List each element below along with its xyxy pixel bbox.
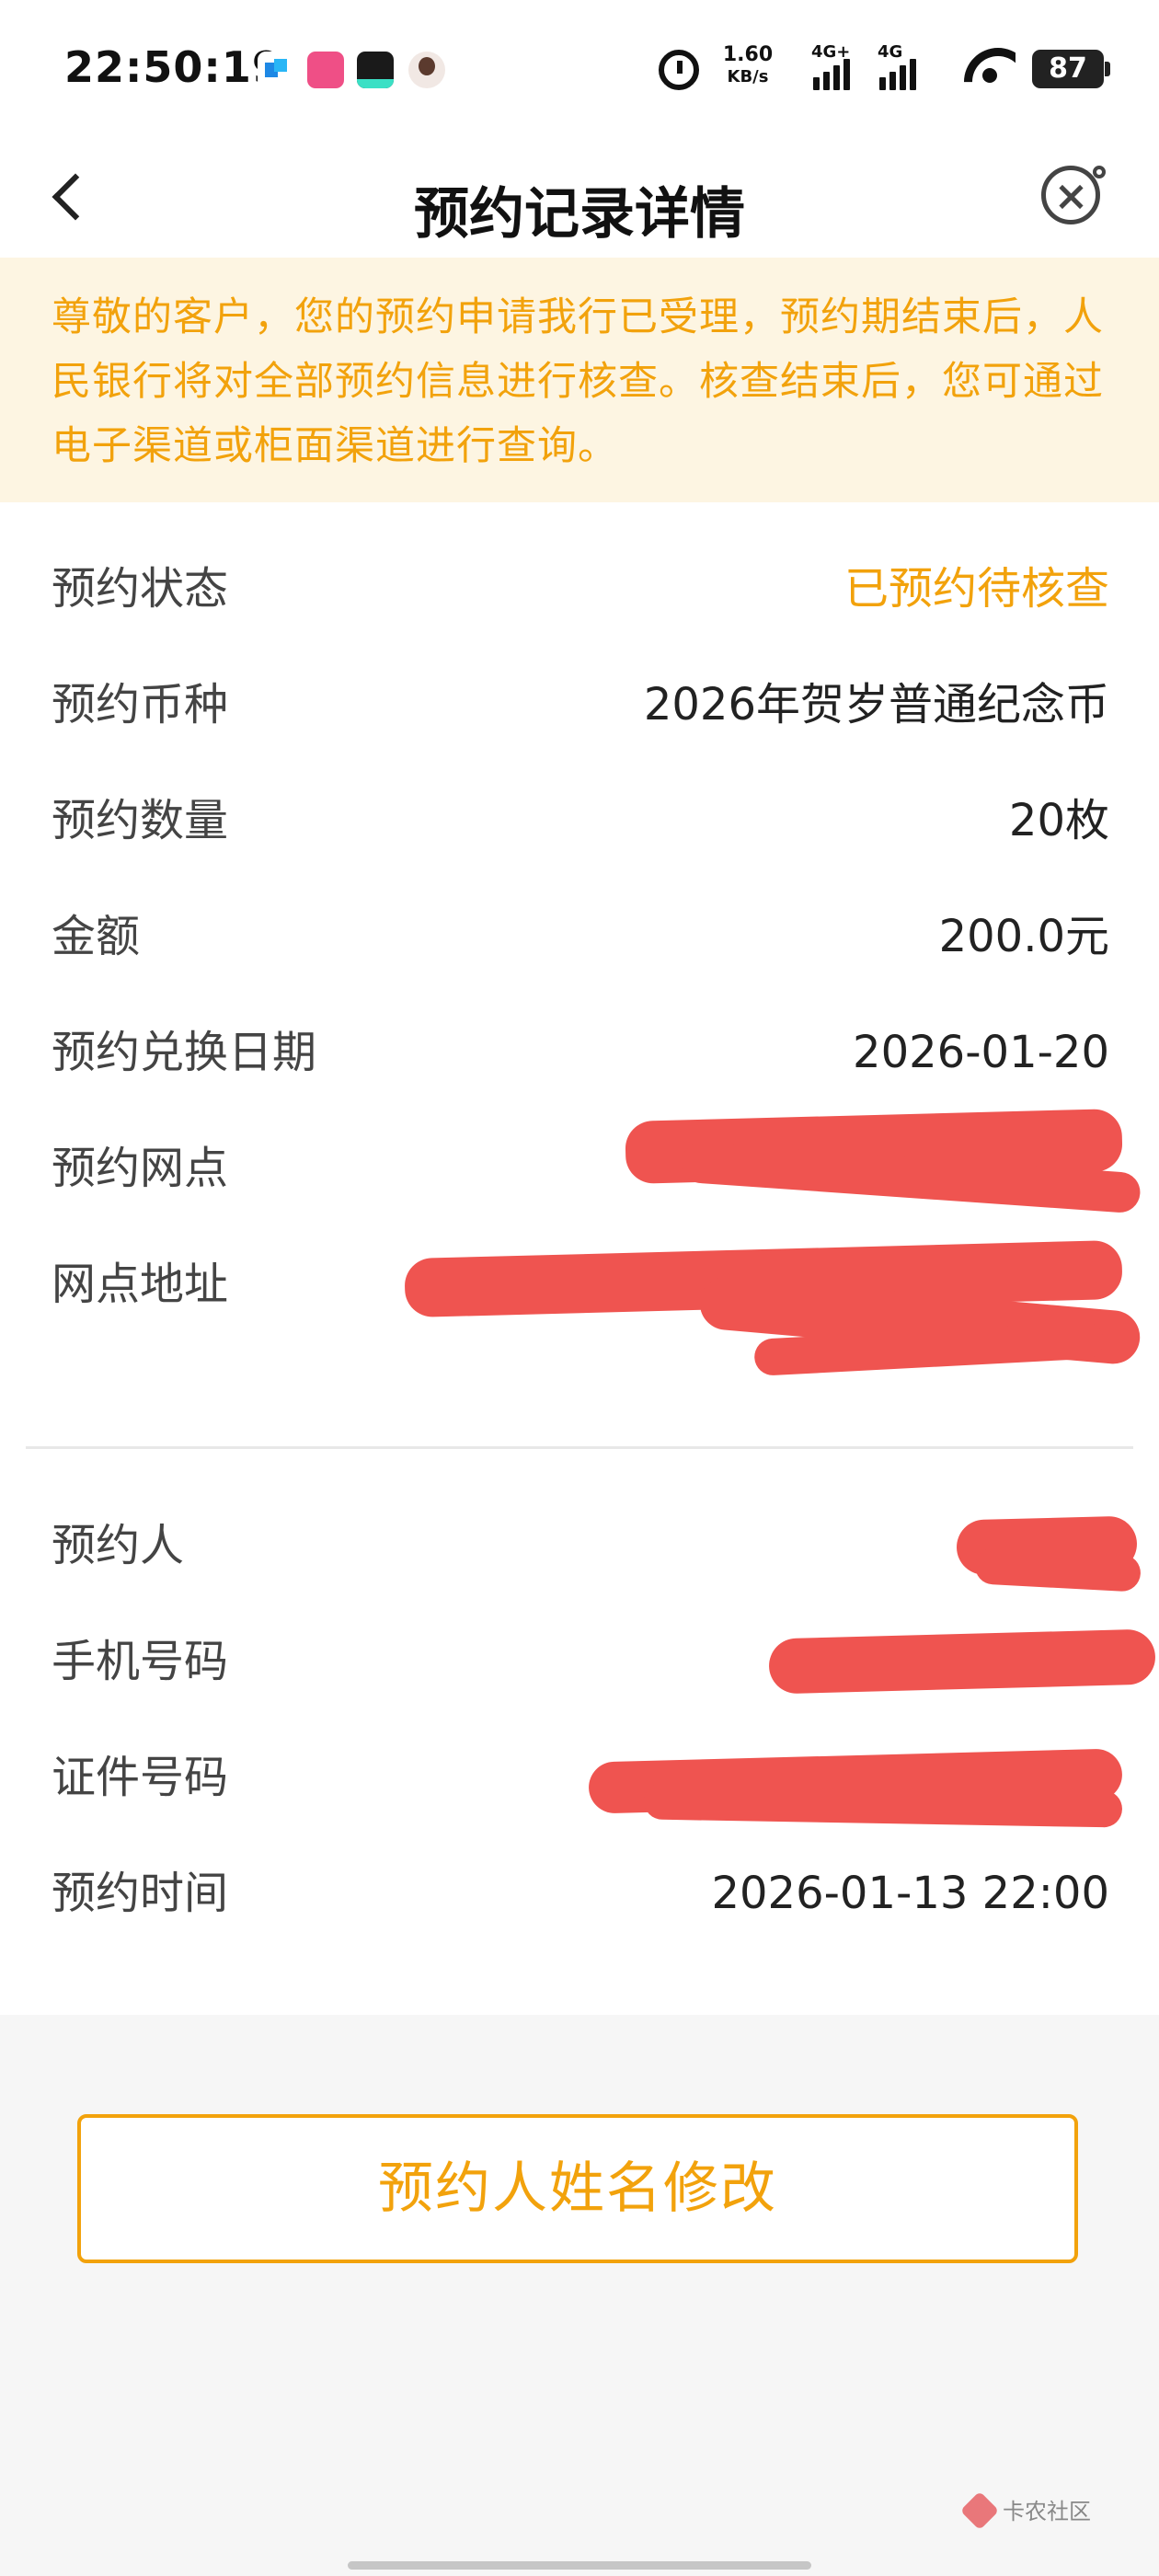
watermark-logo-icon bbox=[959, 2490, 1000, 2531]
modify-name-button[interactable]: 预约人姓名修改 bbox=[77, 2114, 1078, 2263]
detail-value: 200.0元 bbox=[938, 911, 1109, 962]
detail-label: 预约时间 bbox=[52, 1868, 229, 1919]
detail-label: 预约人 bbox=[52, 1520, 185, 1571]
detail-value: 2026-01-13 22:00 bbox=[711, 1868, 1109, 1919]
detail-label: 手机号码 bbox=[52, 1636, 229, 1687]
detail-row-quantity: 预约数量 20枚 bbox=[52, 784, 1109, 857]
battery-icon: 87 bbox=[1032, 50, 1110, 88]
detail-value: 2026年贺岁普通纪念币 bbox=[643, 679, 1109, 730]
detail-row-amount: 金额 200.0元 bbox=[52, 900, 1109, 973]
watermark-text: 卡农社区 bbox=[1003, 2499, 1091, 2524]
status-value: 已预约待核查 bbox=[843, 563, 1109, 615]
signal-4g-plus-icon: 4G+ bbox=[809, 42, 863, 94]
detail-label: 网点地址 bbox=[52, 1259, 229, 1310]
notification-app-icon bbox=[357, 52, 394, 88]
network-speed: 1.60 KB/s bbox=[722, 43, 774, 87]
notice-banner: 尊敬的客户，您的预约申请我行已受理，预约期结束后，人民银行将对全部预约信息进行核… bbox=[0, 258, 1159, 502]
detail-row-exchange-date: 预约兑换日期 2026-01-20 bbox=[52, 1016, 1109, 1089]
page-title: 预约记录详情 bbox=[414, 182, 745, 247]
detail-row-reserve-time: 预约时间 2026-01-13 22:00 bbox=[52, 1857, 1109, 1930]
notification-app-icon bbox=[258, 52, 294, 88]
detail-label: 证件号码 bbox=[52, 1752, 229, 1803]
redaction-mark bbox=[974, 1547, 1142, 1593]
section-divider bbox=[26, 1446, 1133, 1449]
redaction-mark bbox=[643, 1782, 1123, 1828]
bilibili-app-icon bbox=[307, 52, 344, 88]
detail-label: 预约币种 bbox=[52, 679, 229, 730]
redaction-mark bbox=[768, 1628, 1156, 1695]
detail-label: 预约状态 bbox=[52, 563, 229, 615]
detail-value: 2026-01-20 bbox=[853, 1027, 1109, 1078]
detail-label: 预约网点 bbox=[52, 1143, 229, 1194]
detail-label: 预约兑换日期 bbox=[52, 1027, 317, 1078]
detail-row-reserver: 预约人 bbox=[52, 1509, 1109, 1582]
wifi-icon bbox=[964, 48, 1016, 88]
detail-label: 金额 bbox=[52, 911, 141, 962]
detail-card: 预约状态 已预约待核查 预约币种 2026年贺岁普通纪念币 预约数量 20枚 金… bbox=[0, 502, 1159, 2015]
status-bar: 22:50:19 1.60 KB/s 4G+ 4G 87 bbox=[0, 0, 1159, 138]
signal-4g-icon: 4G bbox=[876, 42, 929, 94]
home-indicator[interactable] bbox=[348, 2561, 811, 2570]
nav-bar: 预约记录详情 bbox=[0, 138, 1159, 258]
detail-row-currency: 预约币种 2026年贺岁普通纪念币 bbox=[52, 668, 1109, 742]
avatar-app-icon bbox=[408, 52, 445, 88]
alarm-icon bbox=[659, 50, 699, 90]
close-button[interactable] bbox=[1036, 160, 1111, 236]
detail-value: 20枚 bbox=[1008, 795, 1109, 846]
notice-text: 尊敬的客户，您的预约申请我行已受理，预约期结束后，人民银行将对全部预约信息进行核… bbox=[52, 294, 1104, 469]
detail-row-status: 预约状态 已预约待核查 bbox=[52, 552, 1109, 626]
detail-label: 预约数量 bbox=[52, 795, 229, 846]
status-time: 22:50:19 bbox=[64, 42, 282, 92]
watermark: 卡农社区 bbox=[959, 2490, 1104, 2534]
